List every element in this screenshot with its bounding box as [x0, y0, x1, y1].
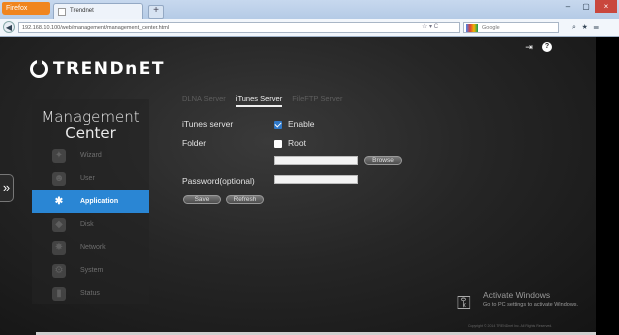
sidebar-item-label: Application	[80, 198, 119, 205]
enable-checkbox[interactable]	[274, 120, 282, 129]
navigation-bar: ◀ 192.168.10.100/web/management/manageme…	[0, 19, 619, 36]
itunes-server-label: iTunes server	[182, 119, 234, 129]
tab-itunes-server[interactable]: iTunes Server	[235, 94, 283, 107]
tab-dlna-server[interactable]: DLNA Server	[182, 94, 226, 107]
sidebar-item-label: User	[80, 175, 95, 182]
page-content: ⇥ ? TRENDnET Management Center ✦ Wizard …	[0, 37, 619, 335]
favicon-icon	[58, 8, 66, 16]
close-button[interactable]: ×	[595, 0, 617, 13]
disk-icon: ◆	[52, 217, 66, 232]
right-edge-band	[596, 37, 619, 335]
sidebar-item-user[interactable]: ☻ User	[32, 167, 149, 190]
enable-label: Enable	[288, 119, 315, 129]
copyright-text: Copyright © 2014 TRENDnet Inc. All Right…	[468, 324, 553, 328]
user-icon: ☻	[52, 171, 66, 186]
url-input[interactable]: 192.168.10.100/web/management/management…	[18, 22, 460, 33]
window-controls: – ▢ ×	[559, 0, 617, 14]
minimize-button[interactable]: –	[559, 0, 577, 13]
logo-text: TRENDnET	[53, 59, 165, 79]
logo-mark-icon	[30, 60, 48, 78]
maximize-button[interactable]: ▢	[577, 0, 595, 13]
tab-fileftp-server[interactable]: FileFTP Server	[292, 94, 342, 107]
password-label: Password(optional)	[182, 176, 255, 186]
search-engine-label: Google	[482, 25, 500, 31]
expand-sidebar-button[interactable]: »	[0, 174, 14, 202]
browse-button[interactable]: Browse	[364, 156, 402, 165]
back-button[interactable]: ◀	[3, 21, 15, 33]
sidebar-item-label: Network	[80, 244, 106, 251]
wizard-icon: ✦	[52, 148, 66, 163]
sidebar-item-disk[interactable]: ◆ Disk	[32, 213, 149, 236]
header-icons: ⇥ ?	[524, 42, 552, 52]
enable-option[interactable]: Enable	[274, 119, 314, 129]
tab-bar: Firefox Trendnet + – ▢ ×	[0, 0, 619, 19]
sidebar-item-label: Wizard	[80, 152, 102, 159]
sidebar-item-application[interactable]: ✱ Application	[32, 190, 149, 213]
server-tabs: DLNA Server iTunes Server FileFTP Server	[182, 94, 342, 107]
key-icon: ⚿	[457, 293, 471, 313]
browser-tab[interactable]: Trendnet	[53, 3, 143, 19]
refresh-button[interactable]: Refresh	[226, 195, 264, 204]
new-tab-button[interactable]: +	[148, 5, 164, 19]
management-stage: ⇥ ? TRENDnET Management Center ✦ Wizard …	[0, 37, 596, 335]
sidebar-menu: ✦ Wizard ☻ User ✱ Application ◆ Disk ✸ N…	[32, 144, 149, 305]
sidebar-item-wizard[interactable]: ✦ Wizard	[32, 144, 149, 167]
firefox-menu-button[interactable]: Firefox	[2, 2, 50, 15]
network-icon: ✸	[52, 240, 66, 255]
save-button[interactable]: Save	[183, 195, 221, 204]
status-bars-icon: ▮	[52, 286, 66, 301]
sidebar-item-label: Status	[80, 290, 100, 297]
system-icon: ⚙	[52, 263, 66, 278]
root-option[interactable]: Root	[274, 138, 306, 148]
watermark-title: Activate Windows	[483, 290, 551, 300]
password-input[interactable]	[274, 175, 358, 184]
toolbar-icons[interactable]: ⌕★☰	[572, 22, 605, 33]
trendnet-logo: TRENDnET	[30, 57, 165, 81]
sidebar-item-label: System	[80, 267, 104, 274]
folder-path-input[interactable]	[274, 156, 358, 165]
sidebar-item-label: Disk	[80, 221, 94, 228]
folder-label: Folder	[182, 138, 207, 148]
watermark-subtitle: Go to PC settings to activate Windows.	[483, 302, 579, 308]
browser-chrome: Firefox Trendnet + – ▢ × ◀ 192.168.10.10…	[0, 0, 619, 37]
sidebar-item-network[interactable]: ✸ Network	[32, 236, 149, 259]
tab-title: Trendnet	[70, 8, 94, 14]
google-icon	[466, 24, 478, 32]
sidebar-item-status[interactable]: ▮ Status	[32, 282, 149, 305]
logout-icon[interactable]: ⇥	[524, 42, 534, 52]
sidebar-subtitle: Center	[65, 124, 116, 142]
application-gear-icon: ✱	[54, 196, 64, 207]
root-checkbox[interactable]	[274, 139, 282, 148]
sidebar-title: Management	[41, 108, 140, 126]
sidebar-item-system[interactable]: ⚙ System	[32, 259, 149, 282]
url-controls[interactable]: ☆ ▾ C	[422, 22, 438, 33]
search-input[interactable]: Google	[463, 22, 559, 33]
help-icon[interactable]: ?	[542, 42, 552, 52]
root-label: Root	[288, 138, 306, 148]
